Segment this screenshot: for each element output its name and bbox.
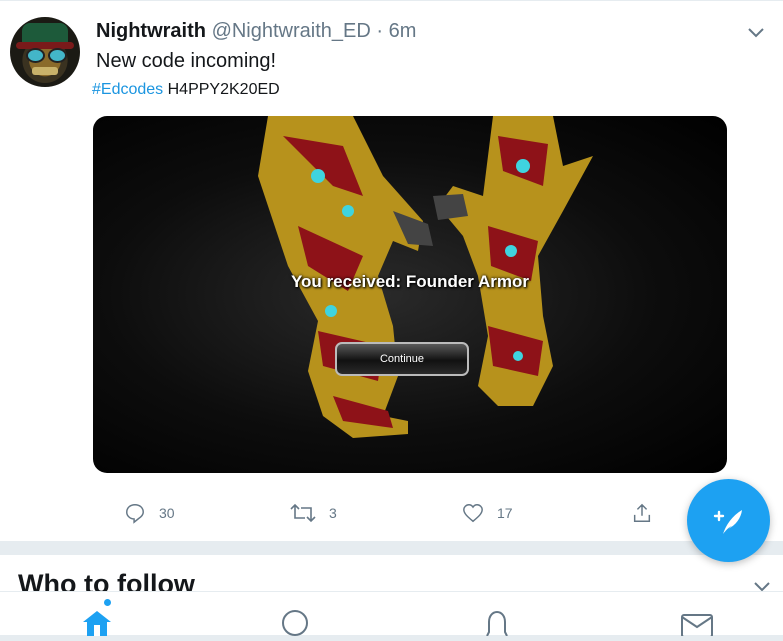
nav-notifications[interactable] <box>480 608 514 637</box>
tweet-actions: 30 3 17 <box>0 501 783 525</box>
hashtag-link[interactable]: #Edcodes <box>92 81 163 98</box>
author-handle[interactable]: @Nightwraith_ED <box>212 20 371 42</box>
retweet-icon <box>290 503 316 523</box>
header-separator: · <box>376 20 384 42</box>
retweet-button[interactable]: 3 <box>290 501 337 525</box>
tweet-media[interactable]: You received: Founder Armor Continue <box>93 116 727 473</box>
reply-count: 30 <box>159 505 175 521</box>
nav-messages[interactable] <box>680 608 714 638</box>
continue-button[interactable]: Continue <box>335 342 469 376</box>
messages-icon <box>681 614 713 638</box>
avatar[interactable] <box>10 17 80 87</box>
tweet-header: Nightwraith @Nightwraith_ED · 6m <box>96 20 416 43</box>
avatar-goggle-left <box>26 48 45 63</box>
search-icon <box>282 610 308 636</box>
tweet-tags: #Edcodes H4PPY2K20ED <box>92 81 280 99</box>
who-to-follow-section: Who to follow <box>0 555 783 591</box>
avatar-mouth <box>32 67 58 75</box>
like-icon <box>463 504 483 523</box>
chevron-down-icon[interactable] <box>747 27 765 39</box>
home-new-indicator <box>104 599 111 606</box>
avatar-goggle-right <box>48 48 67 63</box>
nav-home[interactable] <box>80 599 114 636</box>
tweet[interactable]: Nightwraith @Nightwraith_ED · 6m New cod… <box>0 0 783 541</box>
share-button[interactable] <box>631 501 666 525</box>
home-icon <box>83 611 111 636</box>
compose-tweet-icon <box>713 509 742 534</box>
nav-search[interactable] <box>278 608 312 636</box>
armor-artwork <box>258 116 593 438</box>
like-count: 17 <box>497 505 513 521</box>
chevron-down-icon[interactable] <box>753 581 771 591</box>
reply-button[interactable]: 30 <box>124 501 175 525</box>
retweet-count: 3 <box>329 505 337 521</box>
who-to-follow-title: Who to follow <box>18 569 195 591</box>
author-name[interactable]: Nightwraith <box>96 20 206 42</box>
tweet-timestamp[interactable]: 6m <box>389 20 417 42</box>
notifications-icon <box>486 610 508 637</box>
received-item-text: You received: Founder Armor <box>290 272 530 291</box>
share-icon <box>633 503 651 522</box>
avatar-hat-brim <box>16 42 74 49</box>
tweet-text: New code incoming! <box>96 50 277 72</box>
code-text: H4PPY2K20ED <box>167 81 280 98</box>
like-button[interactable]: 17 <box>462 501 513 525</box>
compose-tweet-button[interactable] <box>687 479 770 562</box>
bottom-navigation <box>0 591 783 638</box>
reply-icon <box>126 504 144 524</box>
